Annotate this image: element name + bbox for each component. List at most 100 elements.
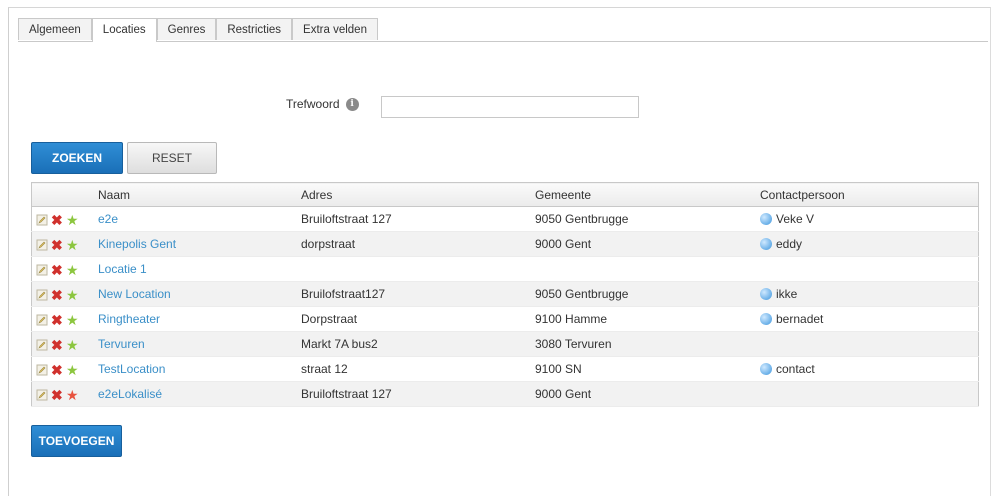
star-icon[interactable]: ★ <box>66 213 80 227</box>
cell-adres <box>301 256 535 282</box>
delete-x-icon[interactable]: ✖ <box>51 363 63 377</box>
cell-naam: Locatie 1 <box>98 256 301 282</box>
delete-x-icon[interactable]: ✖ <box>51 388 63 402</box>
info-icon[interactable] <box>760 213 772 225</box>
keyword-input[interactable] <box>381 96 639 118</box>
cell-gemeente: 9000 Gent <box>535 381 760 407</box>
cell-naam: Ringtheater <box>98 306 301 332</box>
cell-contactpersoon <box>760 331 979 357</box>
header-adres[interactable]: Adres <box>301 182 535 207</box>
table-header-row: Naam Adres Gemeente Contactpersoon <box>31 182 979 207</box>
cell-gemeente: 9100 SN <box>535 356 760 382</box>
cell-adres: Bruiloftstraat 127 <box>301 206 535 232</box>
star-icon[interactable]: ★ <box>66 313 80 327</box>
info-icon[interactable] <box>760 288 772 300</box>
table-row: ✖ ★ Tervuren Markt 7A bus2 3080 Tervuren <box>31 331 979 357</box>
pencil-icon[interactable] <box>36 314 48 326</box>
table-row: ✖ ★ Locatie 1 <box>31 256 979 282</box>
tab-genres[interactable]: Genres <box>156 18 217 40</box>
info-icon[interactable] <box>760 363 772 375</box>
contact-name: contact <box>776 362 815 376</box>
pencil-icon[interactable] <box>36 239 48 251</box>
row-actions: ✖ ★ <box>31 206 98 232</box>
location-name-link[interactable]: Ringtheater <box>98 312 160 326</box>
search-button[interactable]: ZOEKEN <box>31 142 123 174</box>
pencil-icon[interactable] <box>36 364 48 376</box>
table-row: ✖ ★ Ringtheater Dorpstraat 9100 Hamme bernade… <box>31 306 979 332</box>
location-name-link[interactable]: e2e <box>98 212 118 226</box>
star-icon[interactable]: ★ <box>66 363 80 377</box>
contact-name: Veke V <box>776 212 815 226</box>
cell-contactpersoon: eddy <box>760 231 979 257</box>
cell-contactpersoon: ikke <box>760 281 979 307</box>
cell-gemeente <box>535 256 760 282</box>
contact-name: ikke <box>776 287 798 301</box>
contact-name: bernadet <box>776 312 824 326</box>
location-name-link[interactable]: Tervuren <box>98 337 145 351</box>
location-name-link[interactable]: e2eLokalisé <box>98 387 162 401</box>
tab-bar: Algemeen Locaties Genres Restricties Ext… <box>18 18 378 42</box>
contact-name: eddy <box>776 237 803 251</box>
delete-x-icon[interactable]: ✖ <box>51 313 63 327</box>
delete-x-icon[interactable]: ✖ <box>51 238 63 252</box>
row-actions: ✖ ★ <box>31 231 98 257</box>
cell-naam: e2eLokalisé <box>98 381 301 407</box>
cell-contactpersoon: contact <box>760 356 979 382</box>
cell-adres: Dorpstraat <box>301 306 535 332</box>
table-row: ✖ ★ e2e Bruiloftstraat 127 9050 Gentbrugge Ve… <box>31 206 979 232</box>
keyword-label-text: Trefwoord <box>286 97 340 111</box>
tab-restricties[interactable]: Restricties <box>216 18 293 40</box>
header-contactpersoon[interactable]: Contactpersoon <box>760 182 979 207</box>
cell-gemeente: 9000 Gent <box>535 231 760 257</box>
header-gemeente[interactable]: Gemeente <box>535 182 760 207</box>
cell-adres: Markt 7A bus2 <box>301 331 535 357</box>
reset-button[interactable]: RESET <box>127 142 217 174</box>
cell-adres: Bruilofstraat127 <box>301 281 535 307</box>
delete-x-icon[interactable]: ✖ <box>51 213 63 227</box>
header-naam[interactable]: Naam <box>98 182 301 207</box>
cell-naam: TestLocation <box>98 356 301 382</box>
star-icon[interactable]: ★ <box>66 288 80 302</box>
cell-gemeente: 9100 Hamme <box>535 306 760 332</box>
star-icon[interactable]: ★ <box>66 263 80 277</box>
table-row: ✖ ★ Kinepolis Gent dorpstraat 9000 Gent eddy <box>31 231 979 257</box>
table-row: ✖ ★ e2eLokalisé Bruiloftstraat 127 9000 Gent <box>31 381 979 407</box>
location-name-link[interactable]: Kinepolis Gent <box>98 237 176 251</box>
pencil-icon[interactable] <box>36 214 48 226</box>
add-button[interactable]: TOEVOEGEN <box>31 425 122 457</box>
cell-contactpersoon: bernadet <box>760 306 979 332</box>
cell-adres: Bruiloftstraat 127 <box>301 381 535 407</box>
cell-naam: Kinepolis Gent <box>98 231 301 257</box>
location-name-link[interactable]: Locatie 1 <box>98 262 147 276</box>
pencil-icon[interactable] <box>36 389 48 401</box>
cell-naam: New Location <box>98 281 301 307</box>
pencil-icon[interactable] <box>36 289 48 301</box>
location-name-link[interactable]: TestLocation <box>98 362 165 376</box>
cell-naam: e2e <box>98 206 301 232</box>
tab-locaties[interactable]: Locaties <box>91 18 157 42</box>
star-icon[interactable]: ★ <box>66 388 80 402</box>
cell-adres: straat 12 <box>301 356 535 382</box>
tab-extra-velden[interactable]: Extra velden <box>292 18 378 40</box>
keyword-label: Trefwoord i <box>286 97 359 111</box>
delete-x-icon[interactable]: ✖ <box>51 288 63 302</box>
star-icon[interactable]: ★ <box>66 338 80 352</box>
cell-contactpersoon <box>760 256 979 282</box>
row-actions: ✖ ★ <box>31 281 98 307</box>
tab-algemeen[interactable]: Algemeen <box>18 18 92 40</box>
cell-contactpersoon <box>760 381 979 407</box>
table-row: ✖ ★ TestLocation straat 12 9100 SN contact <box>31 356 979 382</box>
tab-divider <box>18 41 988 42</box>
cell-naam: Tervuren <box>98 331 301 357</box>
info-icon[interactable] <box>760 238 772 250</box>
pencil-icon[interactable] <box>36 339 48 351</box>
delete-x-icon[interactable]: ✖ <box>51 338 63 352</box>
info-icon[interactable]: i <box>345 97 359 111</box>
pencil-icon[interactable] <box>36 264 48 276</box>
row-actions: ✖ ★ <box>31 331 98 357</box>
info-icon[interactable] <box>760 313 772 325</box>
row-actions: ✖ ★ <box>31 306 98 332</box>
star-icon[interactable]: ★ <box>66 238 80 252</box>
delete-x-icon[interactable]: ✖ <box>51 263 63 277</box>
location-name-link[interactable]: New Location <box>98 287 171 301</box>
